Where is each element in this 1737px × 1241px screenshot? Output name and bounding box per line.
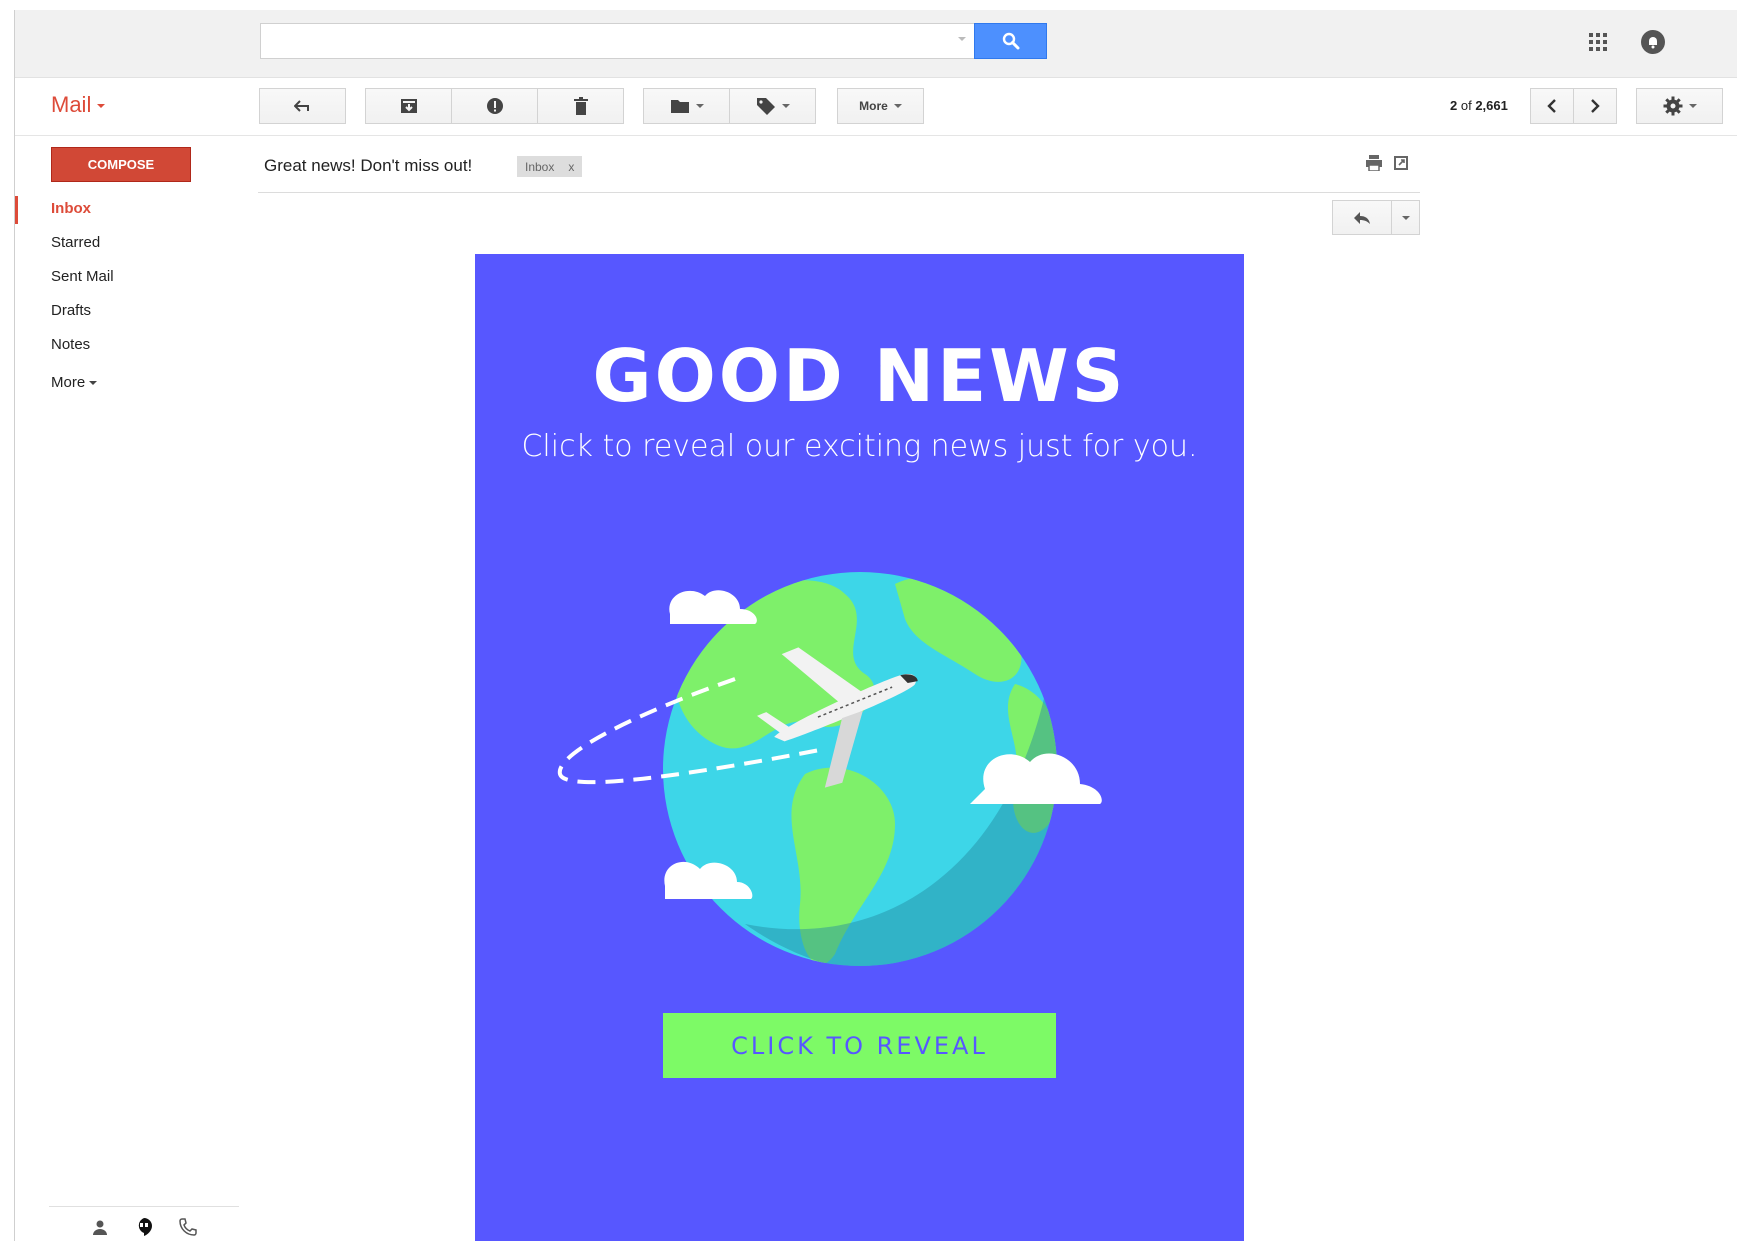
sidebar-item-inbox[interactable]: Inbox <box>15 196 235 230</box>
sidebar-divider <box>49 1206 239 1207</box>
inbox-label-chip: Inbox x <box>517 156 583 177</box>
sidebar-nav: Inbox Starred Sent Mail Drafts Notes Mor… <box>15 196 235 400</box>
chevron-down-icon <box>695 104 704 108</box>
sidebar-item-notes[interactable]: Notes <box>15 332 235 366</box>
label-chip-remove[interactable]: x <box>568 160 574 174</box>
reply-icon <box>1354 211 1370 224</box>
sidebar-item-drafts[interactable]: Drafts <box>15 298 235 332</box>
pager-count: 2 of 2,661 <box>1450 98 1508 113</box>
settings-button[interactable] <box>1636 88 1723 124</box>
sidebar-footer-tabs <box>88 1215 200 1239</box>
pager-sep: of <box>1457 98 1476 113</box>
back-button[interactable] <box>259 88 346 124</box>
search-icon <box>1002 32 1019 50</box>
pager-total: 2,661 <box>1475 98 1508 113</box>
older-button[interactable] <box>1573 88 1617 124</box>
report-spam-icon <box>486 98 503 114</box>
chevron-down-icon <box>1401 215 1410 220</box>
chevron-down-icon <box>97 104 106 108</box>
search-button[interactable] <box>974 23 1047 59</box>
new-window-icon[interactable] <box>1393 155 1409 171</box>
labels-button[interactable] <box>729 88 816 124</box>
click-to-reveal-button[interactable]: CLICK TO REVEAL <box>663 1013 1056 1078</box>
archive-icon <box>400 99 417 113</box>
hangouts-icon[interactable] <box>132 1215 156 1239</box>
more-actions-label: More <box>859 99 888 113</box>
print-icon[interactable] <box>1365 155 1383 171</box>
apps-grid-icon[interactable] <box>1587 31 1609 53</box>
reply-icon <box>293 100 309 112</box>
folder-icon <box>670 100 689 113</box>
newer-button[interactable] <box>1530 88 1574 124</box>
trash-icon <box>573 97 588 115</box>
gmail-window: Mail More 2 of 2,661 COMPOSE Inbox Starr… <box>0 0 1737 1241</box>
sidebar-item-sent-mail[interactable]: Sent Mail <box>15 264 235 298</box>
reply-button[interactable] <box>1333 201 1392 234</box>
email-body-card: GOOD NEWS Click to reveal our exciting n… <box>475 254 1244 1241</box>
chevron-down-icon <box>89 381 98 385</box>
move-to-button[interactable] <box>643 88 730 124</box>
chevron-right-icon <box>1591 99 1600 113</box>
globe-airplane-illustration <box>557 572 1102 966</box>
label-chip-text: Inbox <box>525 159 555 174</box>
chevron-down-icon <box>781 104 790 108</box>
sidebar-item-more[interactable]: More <box>15 366 235 400</box>
compose-button[interactable]: COMPOSE <box>51 147 191 182</box>
mail-menu[interactable]: Mail <box>51 92 106 118</box>
report-spam-button[interactable] <box>451 88 538 124</box>
window-edge <box>14 10 15 1241</box>
message-subject: Great news! Don't miss out! <box>264 156 473 175</box>
archive-button[interactable] <box>365 88 452 124</box>
reply-more-button[interactable] <box>1392 201 1419 234</box>
sidebar-more-label: More <box>51 374 86 391</box>
more-actions-button[interactable]: More <box>837 88 924 124</box>
toolbar-row: Mail More 2 of 2,661 <box>15 78 1737 136</box>
search-options-caret-icon[interactable] <box>958 37 966 41</box>
email-tagline: Click to reveal our exciting news just f… <box>521 429 1198 464</box>
chevron-down-icon <box>1688 104 1697 108</box>
email-headline: GOOD NEWS <box>592 334 1127 418</box>
sidebar-item-starred[interactable]: Starred <box>15 230 235 264</box>
chevron-left-icon <box>1547 99 1556 113</box>
mail-menu-label: Mail <box>51 92 92 117</box>
chevron-down-icon <box>893 104 902 108</box>
notifications-icon[interactable] <box>1638 27 1668 57</box>
delete-button[interactable] <box>537 88 624 124</box>
subject-divider <box>258 192 1420 193</box>
phone-icon[interactable] <box>176 1215 200 1239</box>
label-tag-icon <box>756 98 775 115</box>
reply-button-group <box>1332 200 1420 235</box>
contacts-icon[interactable] <box>88 1215 112 1239</box>
top-bar <box>15 10 1737 78</box>
search-input[interactable] <box>260 23 983 59</box>
gear-icon <box>1663 96 1682 116</box>
